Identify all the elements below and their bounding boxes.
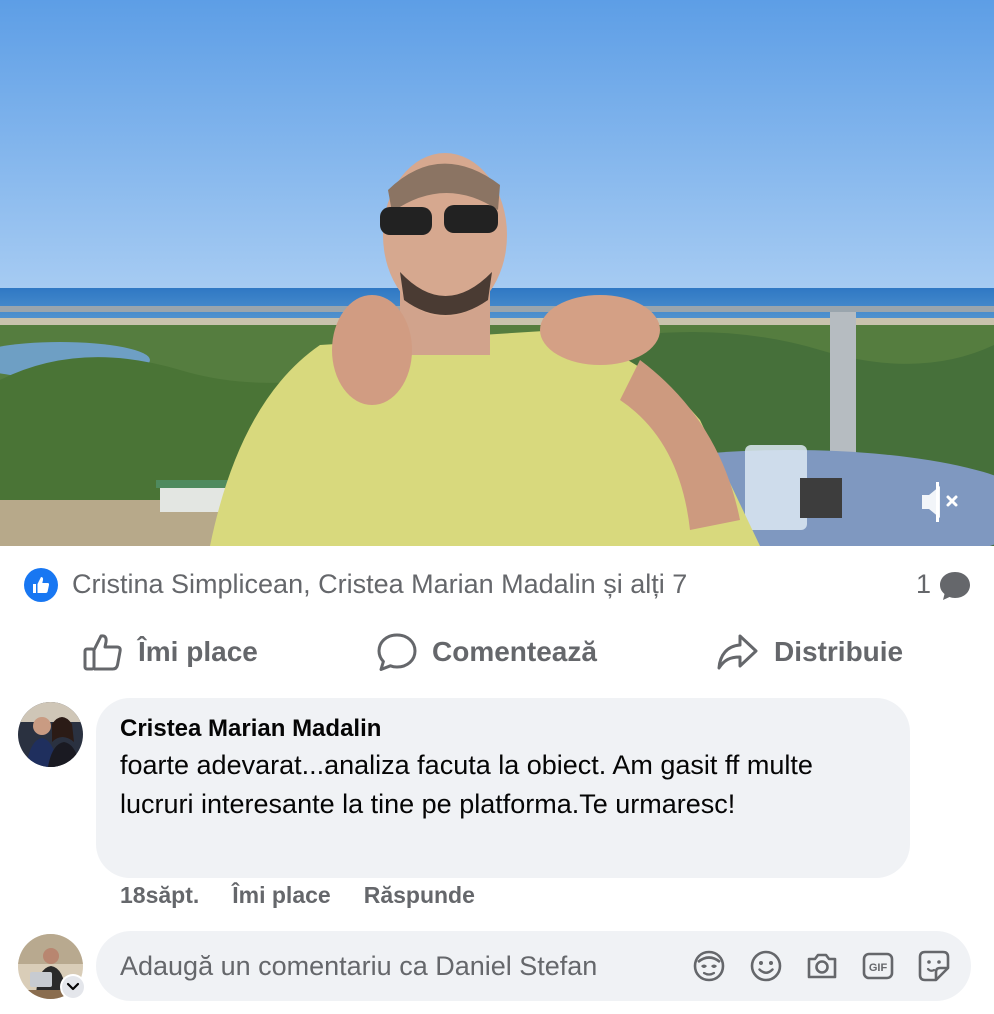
comment-composer: GIF bbox=[96, 931, 971, 1001]
comment-text: foarte adevarat...analiza facuta la obie… bbox=[120, 750, 813, 819]
svg-text:GIF: GIF bbox=[869, 962, 888, 974]
comment-like-link[interactable]: Îmi place bbox=[232, 882, 330, 912]
post-actions: Îmi place Comentează Distribuie bbox=[0, 624, 994, 680]
avatar-sticker-icon[interactable] bbox=[692, 949, 726, 983]
reactions-summary: Cristina Simplicean, Cristea Marian Mada… bbox=[0, 560, 994, 610]
comment-timestamp[interactable]: 18săpt. bbox=[120, 882, 199, 912]
comment-bubble-icon bbox=[940, 572, 970, 600]
share-button[interactable]: Distribuie bbox=[716, 624, 903, 680]
comment-count[interactable]: 1 bbox=[916, 569, 931, 600]
comment-button[interactable]: Comentează bbox=[376, 624, 597, 680]
video-player[interactable] bbox=[0, 0, 994, 546]
comment-author[interactable]: Cristea Marian Madalin bbox=[120, 714, 886, 744]
video-frame bbox=[0, 0, 994, 546]
emoji-icon[interactable] bbox=[749, 949, 783, 983]
like-thumb-icon bbox=[24, 568, 58, 602]
camera-icon[interactable] bbox=[805, 949, 839, 983]
comment-reply-link[interactable]: Răspunde bbox=[364, 882, 475, 912]
account-switcher-button[interactable] bbox=[60, 974, 86, 1000]
comment-input[interactable] bbox=[120, 931, 680, 1001]
like-button-label: Îmi place bbox=[138, 636, 258, 667]
share-arrow-icon bbox=[717, 634, 758, 670]
gif-icon[interactable]: GIF bbox=[861, 949, 895, 983]
comment-outline-icon bbox=[377, 633, 417, 671]
comment-meta: 18săpt. Îmi place Răspunde bbox=[120, 882, 508, 912]
comment-bubble: Cristea Marian Madalin foarte adevarat..… bbox=[96, 698, 910, 878]
comment-button-label: Comentează bbox=[432, 636, 597, 667]
sticker-icon[interactable] bbox=[917, 949, 951, 983]
chevron-down-icon bbox=[66, 982, 80, 991]
mute-toggle-button[interactable] bbox=[916, 480, 964, 524]
avatar[interactable] bbox=[18, 702, 83, 767]
like-outline-icon bbox=[83, 634, 122, 671]
share-button-label: Distribuie bbox=[774, 636, 904, 667]
like-button[interactable]: Îmi place bbox=[82, 624, 258, 680]
reactors-list[interactable]: Cristina Simplicean, Cristea Marian Mada… bbox=[72, 569, 687, 600]
muted-speaker-icon bbox=[922, 482, 958, 522]
